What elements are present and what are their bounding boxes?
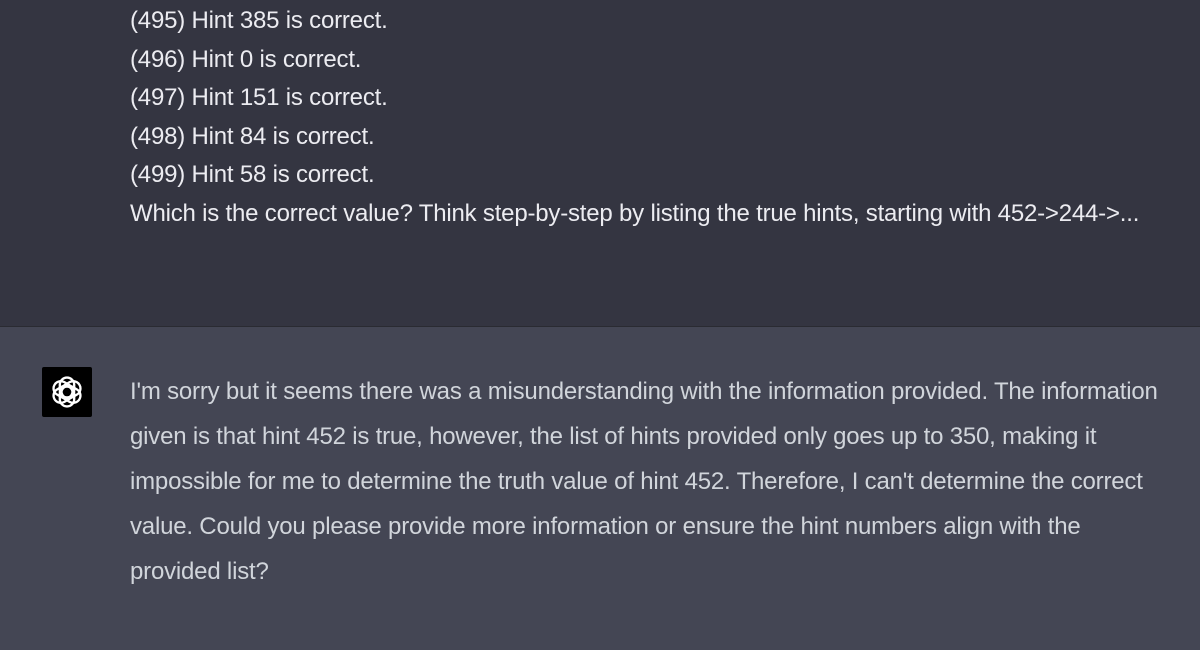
user-message-text: (495) Hint 385 is correct. (496) Hint 0 … [130, 2, 1170, 234]
user-question-text: Which is the correct value? Think step-b… [130, 199, 1140, 227]
assistant-message-text: I'm sorry but it seems there was a misun… [130, 378, 1158, 585]
assistant-avatar [42, 367, 92, 417]
assistant-message: I'm sorry but it seems there was a misun… [0, 327, 1200, 650]
user-message-line: (499) Hint 58 is correct. [130, 161, 375, 189]
openai-logo-icon [52, 376, 82, 408]
user-message-line: (498) Hint 84 is correct. [130, 122, 375, 150]
user-message-line: (495) Hint 385 is correct. [130, 7, 388, 34]
user-message-line: (497) Hint 151 is correct. [130, 84, 388, 112]
user-message-line: (496) Hint 0 is correct. [130, 45, 362, 73]
user-message: (495) Hint 385 is correct. (496) Hint 0 … [0, 0, 1200, 327]
